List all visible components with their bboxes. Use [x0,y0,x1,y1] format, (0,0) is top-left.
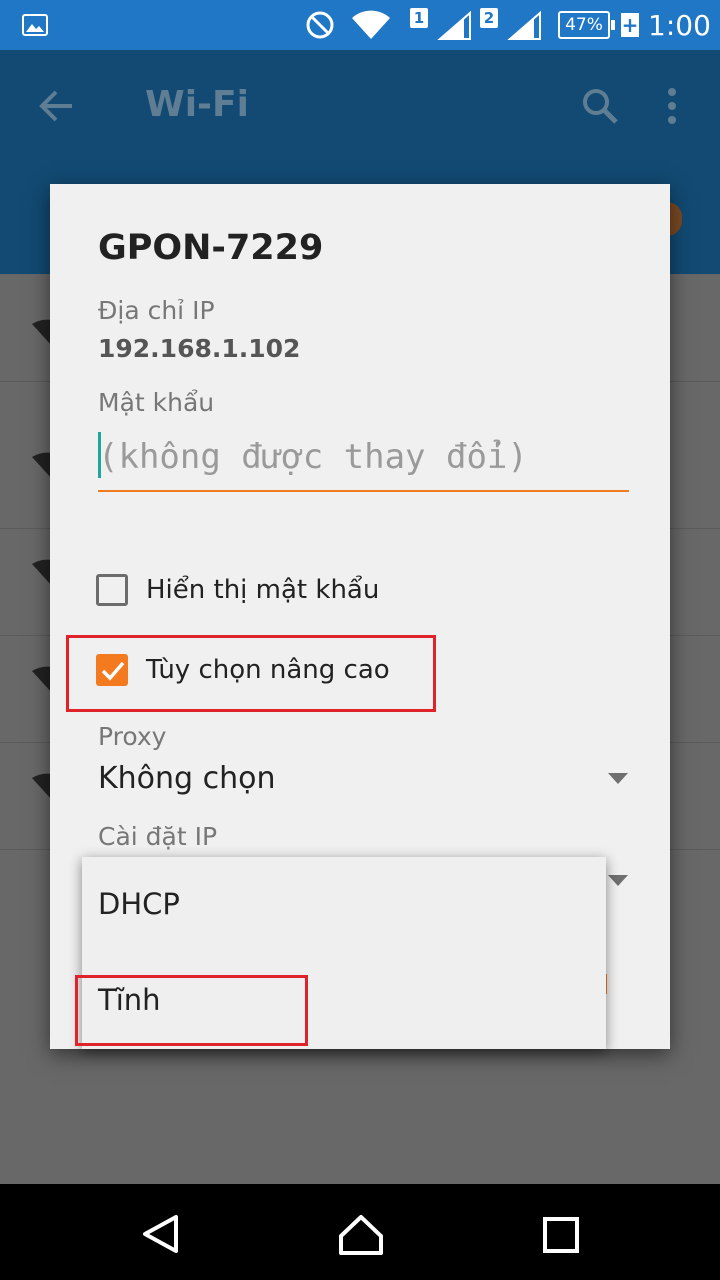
do-not-disturb-icon [305,0,335,50]
recent-apps-icon[interactable] [542,1216,580,1258]
show-password-checkbox[interactable] [96,574,128,606]
password-field[interactable]: (không được thay đổi) [98,424,629,492]
back-arrow-icon[interactable] [36,86,76,130]
ip-address-label: Địa chỉ IP [98,296,215,325]
battery-level: 47% [565,15,603,35]
clock: 1:00 [648,8,711,42]
image-notification-icon [22,0,48,50]
signal-sim2-icon: 2 [478,0,542,50]
home-icon[interactable] [338,1214,384,1260]
show-password-label: Hiển thị mật khẩu [146,575,380,605]
password-label: Mật khẩu [98,388,215,417]
text-cursor [98,432,101,478]
status-bar: 1 2 47% + 1:00 [0,0,720,50]
app-toolbar: Wi-Fi [0,50,720,162]
dropdown-option-dhcp[interactable]: DHCP [98,887,180,921]
ip-settings-label: Cài đặt IP [98,822,218,851]
proxy-label: Proxy [98,722,167,751]
highlight-box-static [75,975,308,1046]
overflow-menu-icon[interactable] [664,86,680,130]
search-icon[interactable] [580,86,620,130]
sim1-badge: 1 [410,8,428,28]
chevron-down-icon[interactable] [608,773,628,784]
proxy-spinner[interactable]: Không chọn [98,761,276,796]
sim2-badge: 2 [480,8,498,28]
battery-icon: 47% + [558,0,639,50]
show-password-checkbox-row[interactable]: Hiển thị mật khẩu [96,570,379,610]
wifi-icon [350,0,392,50]
signal-sim1-icon: 1 [408,0,472,50]
navigation-bar [0,1184,720,1280]
network-name-title: GPON-7229 [98,228,324,268]
chevron-down-icon[interactable] [608,875,628,886]
charging-icon: + [621,13,639,37]
toolbar-title: Wi-Fi [145,84,249,125]
password-placeholder: (không được thay đổi) [98,437,528,477]
highlight-box-advanced [66,635,436,712]
back-icon[interactable] [140,1214,180,1258]
ip-address-value: 192.168.1.102 [98,334,301,363]
